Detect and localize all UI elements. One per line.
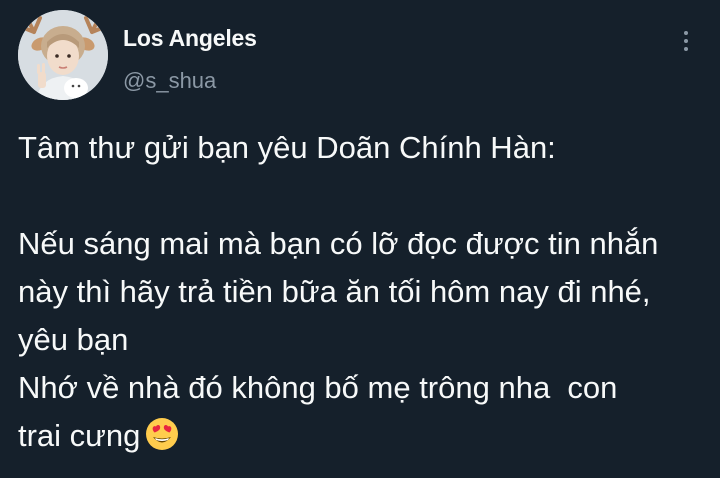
- more-vertical-icon-dot: [684, 47, 688, 51]
- post-text-line: yêu bạn: [18, 322, 129, 357]
- post-text-blank-line: [18, 172, 708, 220]
- post-text-last-line: trai cưng: [18, 412, 708, 460]
- post-card: Los Angeles @s_shua Tâm thư gửi bạn yêu …: [0, 0, 720, 478]
- avatar[interactable]: [18, 10, 108, 100]
- more-vertical-icon: [684, 31, 688, 35]
- heart-eyes-emoji-icon: [144, 416, 180, 452]
- post-text-line: Tâm thư gửi bạn yêu Doãn Chính Hàn:: [18, 130, 556, 165]
- avatar-photo-icon: [18, 10, 108, 100]
- author-handle[interactable]: @s_shua: [123, 68, 216, 94]
- post-text-line: Nhớ về nhà đó không bố mẹ trông nha con: [18, 370, 618, 405]
- post-text-line: Nếu sáng mai mà bạn có lỡ đọc được tin n…: [18, 226, 659, 261]
- more-options-button[interactable]: [674, 26, 698, 56]
- post-text-line: này thì hãy trả tiền bữa ăn tối hôm nay …: [18, 274, 651, 309]
- post-text: Tâm thư gửi bạn yêu Doãn Chính Hàn: Nếu …: [18, 124, 708, 460]
- post-text-line: trai cưng: [18, 418, 141, 453]
- author-display-name[interactable]: Los Angeles: [123, 25, 257, 52]
- more-vertical-icon-dot: [684, 39, 688, 43]
